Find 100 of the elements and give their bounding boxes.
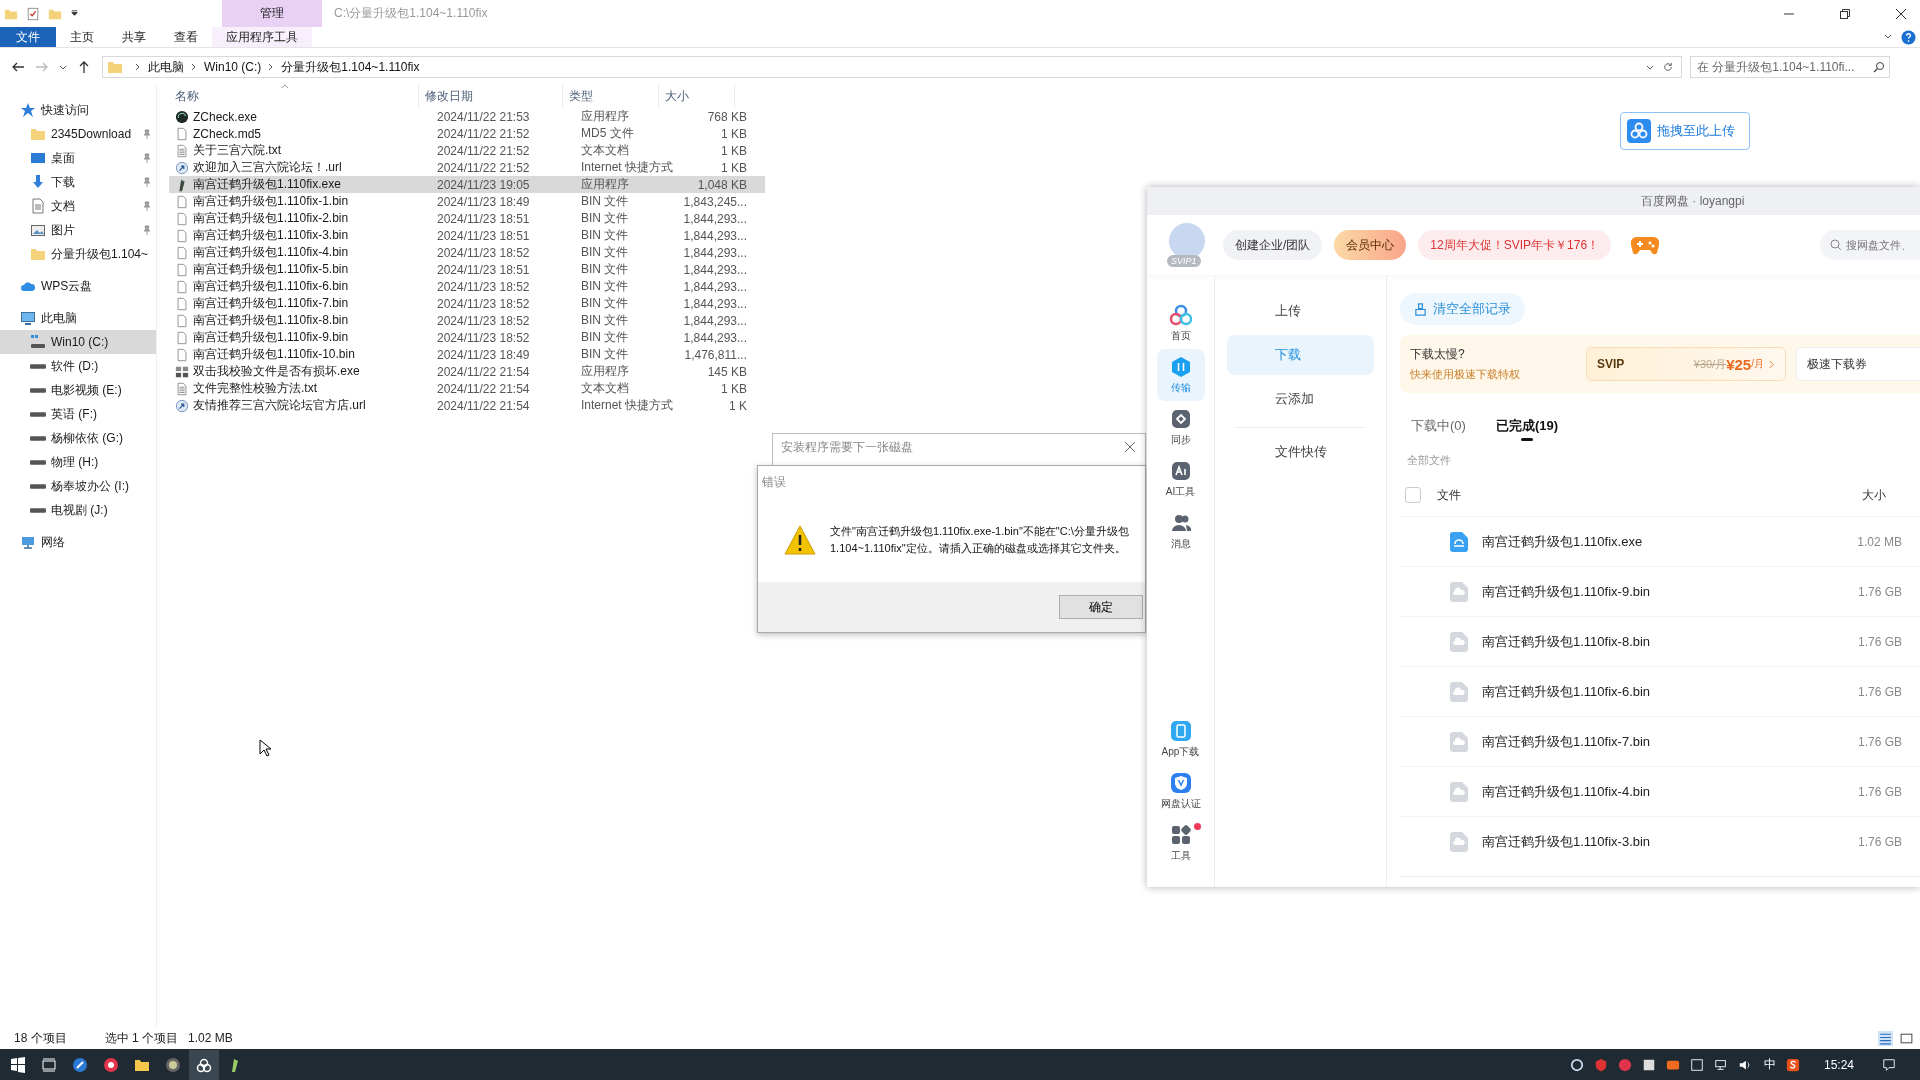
breadcrumb-item[interactable]: 分量升级包1.104~1.110fix: [281, 58, 420, 76]
ribbon-tab[interactable]: 主页: [56, 27, 108, 47]
file-row[interactable]: 南宫迁鹤升级包1.110fix-8.bin 2024/11/23 18:52 BIN 文件 1,844,293...: [169, 312, 765, 329]
column-header[interactable]: 名称: [157, 84, 419, 108]
file-row[interactable]: 南宫迁鹤升级包1.110fix-4.bin 2024/11/23 18:52 BIN 文件 1,844,293...: [169, 244, 765, 261]
file-row[interactable]: ZCheck.exe 2024/11/22 21:53 应用程序 768 KB: [169, 108, 765, 125]
clock[interactable]: 15:24: [1823, 1057, 1854, 1072]
file-row[interactable]: 南宫迁鹤升级包1.110fix-2.bin 2024/11/23 18:51 BIN 文件 1,844,293...: [169, 210, 765, 227]
checkbox[interactable]: [1405, 487, 1421, 503]
header-pill-button[interactable]: 创建企业/团队: [1223, 230, 1323, 260]
chevron-right-icon[interactable]: [134, 62, 142, 72]
header-pill-button[interactable]: 12周年大促！SVIP年卡￥176！: [1418, 230, 1612, 260]
nav-item[interactable]: 电视剧 (J:): [0, 498, 156, 522]
file-size: 1.02 MB: [1857, 534, 1902, 549]
search-field[interactable]: 在 分量升级包1.104~1.110fi...: [1690, 56, 1890, 78]
file-row[interactable]: 南宫迁鹤升级包1.110fix-3.bin 2024/11/23 18:51 BIN 文件 1,844,293...: [169, 227, 765, 244]
tray-icon[interactable]: [1785, 1057, 1800, 1072]
nav-item[interactable]: 桌面: [0, 146, 156, 170]
network-icon[interactable]: [1713, 1057, 1728, 1072]
file-row[interactable]: 欢迎加入三宫六院论坛！.url 2024/11/22 21:52 Internet 快捷方式 1 KB: [169, 159, 765, 176]
file-row[interactable]: 南宫迁鹤升级包1.110fix-1.bin 2024/11/23 18:49 BIN 文件 1,843,245...: [169, 193, 765, 210]
tray-icon[interactable]: [1641, 1057, 1656, 1072]
sidebar-item[interactable]: 工具: [1156, 817, 1205, 869]
file-row[interactable]: 南宫迁鹤升级包1.110fix.exe 2024/11/23 19:05 应用程序 1,048 KB: [169, 176, 765, 193]
ribbon-tab[interactable]: 应用程序工具: [212, 27, 312, 47]
tray-icon[interactable]: [1689, 1057, 1704, 1072]
search-field[interactable]: 搜网盘文件、: [1820, 230, 1920, 260]
file-row[interactable]: ZCheck.md5 2024/11/22 21:52 MD5 文件 1 KB: [169, 125, 765, 142]
up-arrow-icon[interactable]: [77, 60, 91, 74]
subnav-item[interactable]: 上传: [1227, 291, 1374, 331]
file-row[interactable]: 南宫迁鹤升级包1.110fix-5.bin 2024/11/23 18:51 BIN 文件 1,844,293...: [169, 261, 765, 278]
subnav-item[interactable]: 云添加: [1227, 379, 1374, 419]
file-row[interactable]: 南宫迁鹤升级包1.110fix-7.bin 2024/11/23 18:52 BIN 文件 1,844,293...: [169, 295, 765, 312]
ok-button[interactable]: 确定: [1059, 595, 1143, 619]
notification-icon[interactable]: [1882, 1057, 1896, 1072]
nav-item[interactable]: 网络: [0, 530, 156, 554]
nav-item[interactable]: 物理 (H:): [0, 450, 156, 474]
breadcrumb-item[interactable]: Win10 (C:): [204, 60, 262, 74]
address-bar[interactable]: 此电脑 Win10 (C:) 分量升级包1.104~1.110fix: [102, 56, 1682, 78]
nav-item[interactable]: 电影视频 (E:): [0, 378, 156, 402]
help-icon[interactable]: [1901, 29, 1916, 45]
back-arrow-icon[interactable]: [11, 60, 25, 74]
tab[interactable]: 已完成(19): [1495, 417, 1558, 441]
file-size: 1,844,293...: [682, 279, 747, 294]
ribbon-tab[interactable]: 共享: [108, 27, 160, 47]
details-view-icon[interactable]: [1878, 1030, 1893, 1046]
file-row[interactable]: 友情推荐三宫六院论坛官方店.url 2024/11/22 21:54 Internet 快捷方式 1 K: [169, 397, 765, 414]
file-size: 1,844,293...: [682, 296, 747, 311]
chevron-right-icon[interactable]: [190, 62, 198, 72]
tray-icon[interactable]: [1569, 1057, 1584, 1072]
header-pill-button[interactable]: 会员中心: [1334, 230, 1407, 260]
sidebar-item[interactable]: 网盘认证: [1156, 765, 1205, 817]
nav-item[interactable]: 分量升级包1.104~: [0, 242, 156, 266]
column-header[interactable]: 文件: [1437, 486, 1461, 504]
nav-item[interactable]: 文档: [0, 194, 156, 218]
coupon-card[interactable]: 极速下载券: [1796, 347, 1920, 381]
sidebar-item[interactable]: App下载: [1156, 713, 1205, 765]
close-icon[interactable]: [1125, 442, 1135, 452]
subnav-item[interactable]: 文件快传: [1235, 432, 1366, 472]
file-row[interactable]: 南宫迁鹤升级包1.110fix-9.bin 2024/11/23 18:52 BIN 文件 1,844,293...: [169, 329, 765, 346]
upload-drop-button[interactable]: 拖拽至此上传: [1620, 112, 1750, 150]
tab[interactable]: 下载中(0): [1411, 417, 1466, 441]
nav-item[interactable]: 快速访问: [0, 98, 156, 122]
nav-item[interactable]: 2345Download: [0, 122, 156, 146]
file-row[interactable]: 文件完整性校验方法.txt 2024/11/22 21:54 文本文档 1 KB: [169, 380, 765, 397]
refresh-icon[interactable]: [1663, 62, 1673, 72]
nav-item[interactable]: 软件 (D:): [0, 354, 156, 378]
nav-item[interactable]: 英语 (F:): [0, 402, 156, 426]
nav-item[interactable]: 杨柳依依 (G:): [0, 426, 156, 450]
file-size: 1,843,245...: [682, 194, 747, 209]
file-name: ZCheck.md5: [193, 126, 262, 141]
input-method[interactable]: 中: [1763, 1056, 1776, 1073]
nav-item[interactable]: Win10 (C:): [0, 330, 156, 354]
sidebar-item[interactable]: 首页: [1156, 297, 1205, 349]
ribbon-tab[interactable]: 查看: [160, 27, 212, 47]
nav-item[interactable]: 杨奉坡办公 (I:): [0, 474, 156, 498]
sidebar-item[interactable]: 同步: [1156, 401, 1205, 453]
cloud-logo-icon[interactable]: [189, 1049, 219, 1080]
column-header[interactable]: 大小: [1862, 486, 1886, 504]
column-header[interactable]: 大小: [659, 84, 735, 108]
nav-item[interactable]: 此电脑: [0, 306, 156, 330]
file-row[interactable]: 南宫迁鹤升级包1.110fix-10.bin 2024/11/23 18:49 BIN 文件 1,476,811...: [169, 346, 765, 363]
caret-icon[interactable]: [70, 9, 79, 18]
close-icon[interactable]: [1896, 8, 1906, 19]
file-row[interactable]: 南宫迁鹤升级包1.110fix-6.bin 2024/11/23 18:52 BIN 文件 1,844,293...: [169, 278, 765, 295]
file-row[interactable]: 关于三宫六院.txt 2024/11/22 21:52 文本文档 1 KB: [169, 142, 765, 159]
nav-item[interactable]: WPS云盘: [0, 274, 156, 298]
search-icon: [1830, 239, 1842, 251]
properties-icon[interactable]: [26, 6, 40, 21]
column-header[interactable]: 修改日期: [419, 84, 563, 108]
sidebar-item[interactable]: 消息: [1156, 505, 1205, 557]
nav-item[interactable]: 图片: [0, 218, 156, 242]
restore-icon[interactable]: [1840, 8, 1850, 19]
file-row[interactable]: 双击我校验文件是否有损坏.exe 2024/11/22 21:54 应用程序 145 KB: [169, 363, 765, 380]
column-header[interactable]: 类型: [563, 84, 659, 108]
ribbon-tab[interactable]: 文件: [0, 27, 56, 47]
file-size: 1,476,811...: [683, 347, 747, 362]
sidebar-item[interactable]: AI工具: [1156, 453, 1205, 505]
nav-item[interactable]: 下载: [0, 170, 156, 194]
breadcrumb-item[interactable]: 此电脑: [148, 58, 184, 76]
